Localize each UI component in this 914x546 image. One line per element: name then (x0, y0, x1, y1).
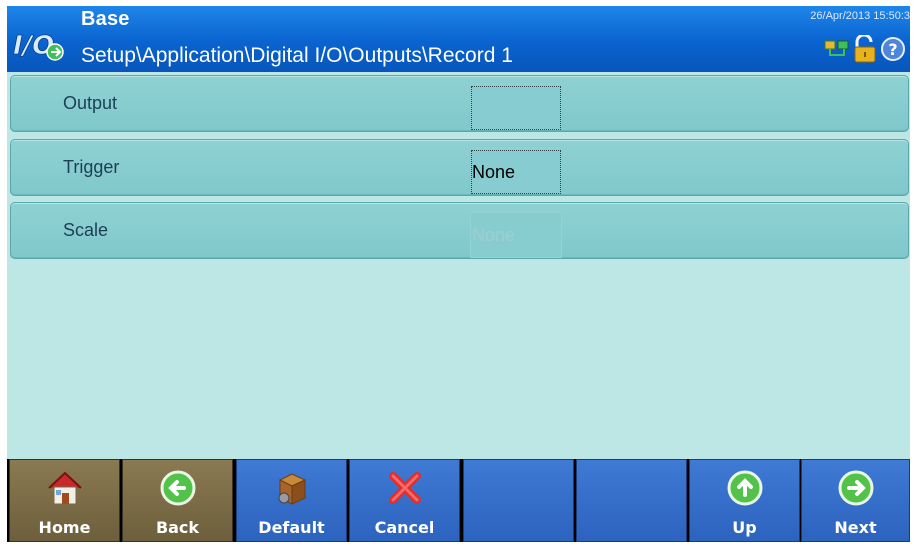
up-button[interactable]: Up (689, 459, 800, 542)
home-icon (47, 471, 82, 505)
help-icon[interactable]: ? (880, 36, 906, 62)
screen-title: Base (81, 8, 130, 30)
network-icon (824, 40, 849, 56)
settings-list: Output Trigger None Scale None (7, 72, 910, 459)
default-label: Default (258, 518, 325, 537)
scale-field: None (471, 213, 561, 257)
trigger-field[interactable]: None (471, 150, 561, 194)
up-arrow-icon (727, 470, 762, 506)
home-button[interactable]: Home (9, 459, 120, 542)
next-arrow-icon (838, 470, 873, 506)
setting-label: Scale (63, 220, 109, 240)
setting-row-output[interactable]: Output (10, 75, 909, 132)
softkey-empty-6 (576, 459, 687, 542)
output-field[interactable] (471, 86, 561, 130)
terminal-screen: I/O Base Setup\Application\Digital I/O\O… (7, 6, 910, 542)
breadcrumb: Setup\Application\Digital I/O\Outputs\Re… (81, 44, 513, 67)
cancel-x-icon (388, 472, 421, 504)
next-label: Next (834, 518, 877, 537)
lock-icon[interactable] (852, 35, 878, 63)
home-label: Home (38, 518, 91, 537)
softkey-empty-5 (463, 459, 574, 542)
back-button[interactable]: Back (122, 459, 233, 542)
back-label: Back (155, 518, 200, 537)
back-arrow-icon (160, 470, 195, 506)
next-button[interactable]: Next (801, 459, 910, 542)
setting-row-scale: Scale None (10, 202, 909, 259)
setting-row-trigger[interactable]: Trigger None (10, 139, 909, 196)
status-icons: ? (824, 34, 906, 64)
default-button[interactable]: Default (236, 459, 347, 542)
up-label: Up (732, 518, 757, 537)
softkey-bar: Home Back Default Cancel Up Next (7, 459, 910, 542)
cancel-label: Cancel (374, 518, 435, 537)
cancel-button[interactable]: Cancel (349, 459, 460, 542)
setting-label: Trigger (63, 157, 120, 177)
default-box-icon (278, 473, 306, 505)
datetime-readout: 26/Apr/2013 15:50:3 (810, 10, 910, 22)
io-icon: I/O (13, 31, 64, 61)
header-bar: I/O Base Setup\Application\Digital I/O\O… (7, 6, 910, 72)
svg-text:?: ? (888, 40, 897, 59)
setting-label: Output (63, 93, 118, 113)
